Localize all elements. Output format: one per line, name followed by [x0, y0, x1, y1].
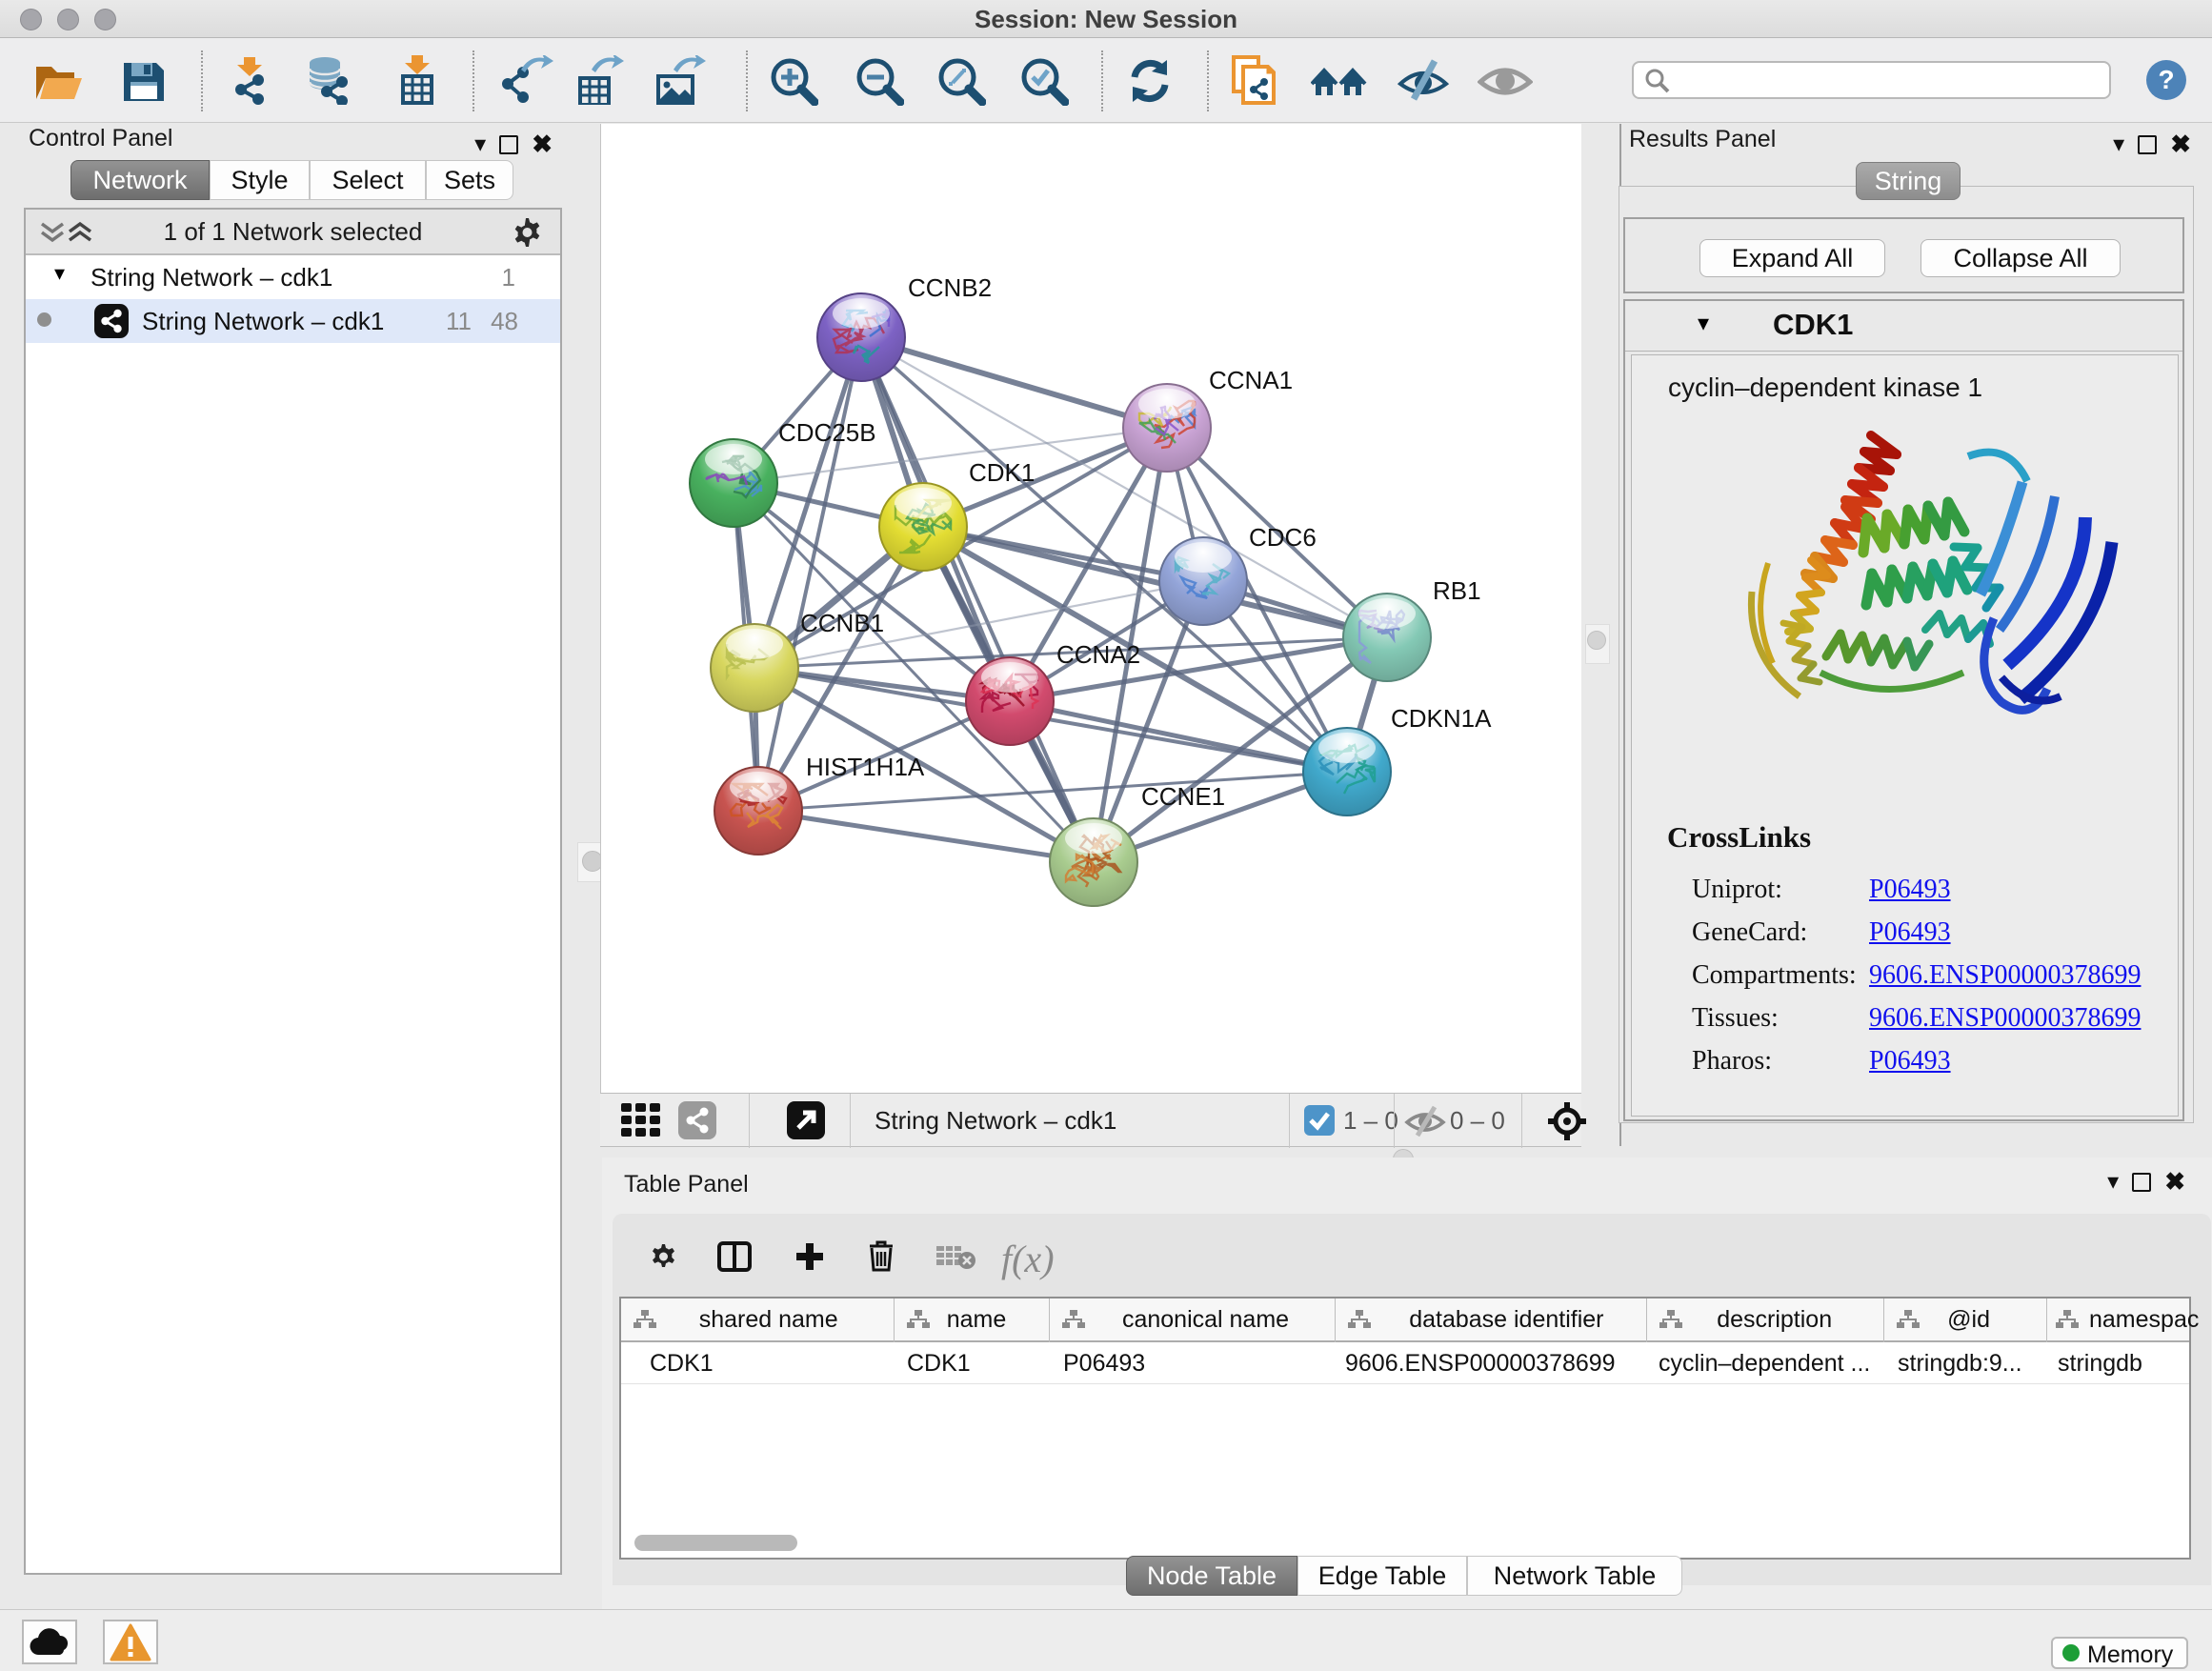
svg-text:RB1: RB1: [1433, 576, 1481, 605]
svg-text:CCNB2: CCNB2: [908, 273, 992, 302]
svg-text:CDC25B: CDC25B: [778, 418, 876, 447]
svg-text:HIST1H1A: HIST1H1A: [806, 753, 925, 781]
svg-text:?: ?: [2158, 65, 2174, 94]
svg-text:CCNB1: CCNB1: [800, 609, 884, 637]
svg-text:CCNE1: CCNE1: [1141, 782, 1225, 811]
svg-text:CCNA2: CCNA2: [1056, 640, 1140, 669]
svg-text:CDK1: CDK1: [969, 458, 1035, 487]
svg-text:CDC6: CDC6: [1249, 523, 1317, 552]
svg-text:CCNA1: CCNA1: [1209, 366, 1293, 394]
svg-text:CDKN1A: CDKN1A: [1391, 704, 1492, 733]
